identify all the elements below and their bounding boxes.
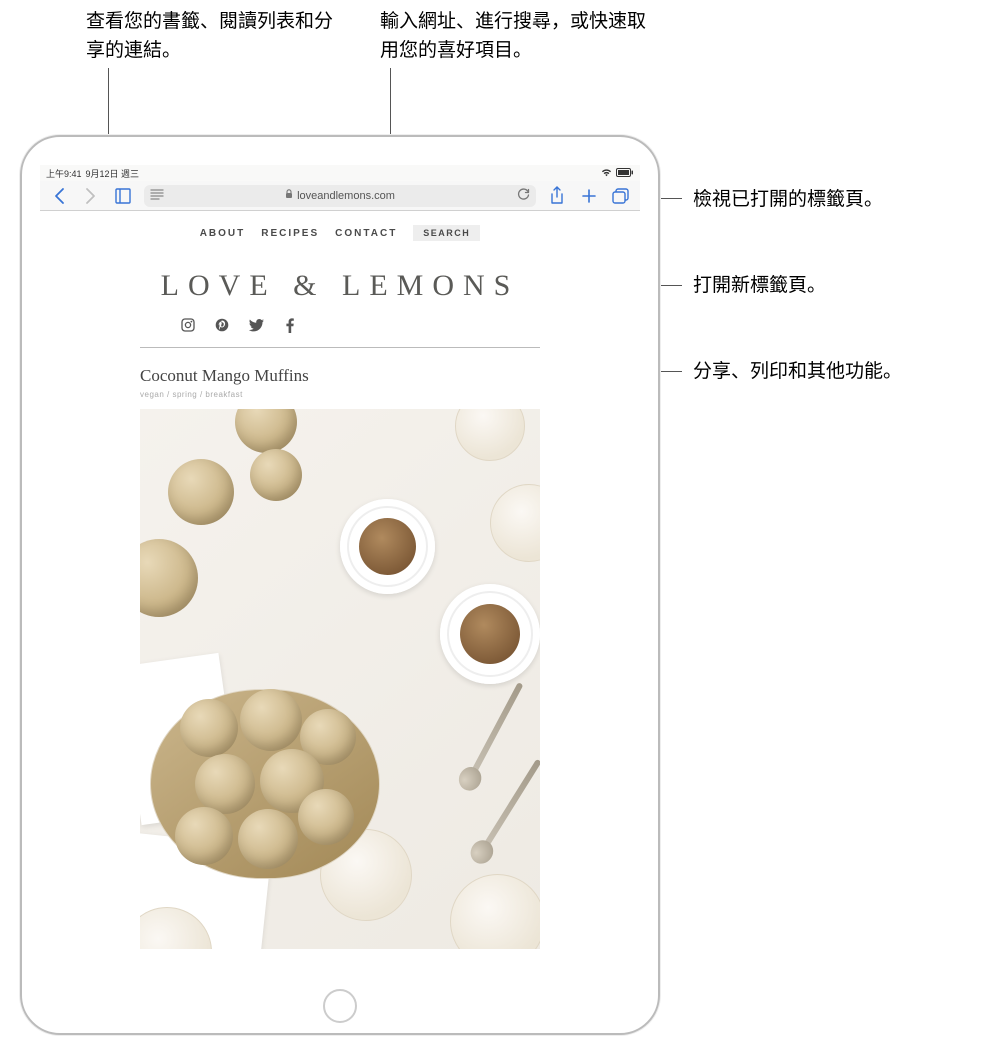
new-tab-button[interactable] <box>578 185 600 207</box>
instagram-icon[interactable] <box>180 317 196 333</box>
social-row <box>40 317 640 347</box>
nav-search[interactable]: SEARCH <box>413 225 480 241</box>
status-bar: 上午9:41 9月12日 週三 <box>40 165 640 181</box>
wifi-icon <box>601 168 612 179</box>
callout-newtab: 打開新標籤頁。 <box>693 272 993 301</box>
ipad-screen: 上午9:41 9月12日 週三 <box>40 165 640 981</box>
bookmarks-button[interactable] <box>112 185 134 207</box>
nav-recipes[interactable]: RECIPES <box>261 228 319 239</box>
post-meta: vegan / spring / breakfast <box>40 390 640 409</box>
reader-icon[interactable] <box>150 188 164 203</box>
back-button[interactable] <box>48 185 70 207</box>
home-button[interactable] <box>323 989 357 1023</box>
share-button[interactable] <box>546 185 568 207</box>
tabs-button[interactable] <box>610 185 632 207</box>
callout-bookmarks: 查看您的書籤、閱讀列表和分享的連結。 <box>86 8 346 65</box>
nav-contact[interactable]: CONTACT <box>335 228 397 239</box>
ipad-device: 上午9:41 9月12日 週三 <box>20 135 660 1035</box>
post-image <box>140 409 540 949</box>
callout-share: 分享、列印和其他功能。 <box>693 358 993 387</box>
post-title[interactable]: Coconut Mango Muffins <box>40 348 640 390</box>
url-text: loveandlemons.com <box>297 190 395 202</box>
battery-icon <box>616 168 634 179</box>
callout-url: 輸入網址、進行搜尋，或快速取用您的喜好項目。 <box>380 8 660 65</box>
lock-icon <box>285 189 293 202</box>
refresh-icon[interactable] <box>517 188 530 204</box>
status-time: 上午9:41 <box>46 167 82 180</box>
callout-tabs: 檢視已打開的標籤頁。 <box>693 186 993 215</box>
safari-toolbar: loveandlemons.com <box>40 181 640 211</box>
url-bar[interactable]: loveandlemons.com <box>144 185 536 207</box>
facebook-icon[interactable] <box>282 317 298 333</box>
webpage-content: ABOUT RECIPES CONTACT SEARCH LOVE & LEMO… <box>40 211 640 981</box>
nav-about[interactable]: ABOUT <box>200 228 246 239</box>
pinterest-icon[interactable] <box>214 317 230 333</box>
site-title: LOVE & LEMONS <box>40 269 640 303</box>
status-date: 9月12日 週三 <box>86 167 140 180</box>
forward-button[interactable] <box>80 185 102 207</box>
site-nav: ABOUT RECIPES CONTACT SEARCH <box>40 211 640 251</box>
twitter-icon[interactable] <box>248 317 264 333</box>
